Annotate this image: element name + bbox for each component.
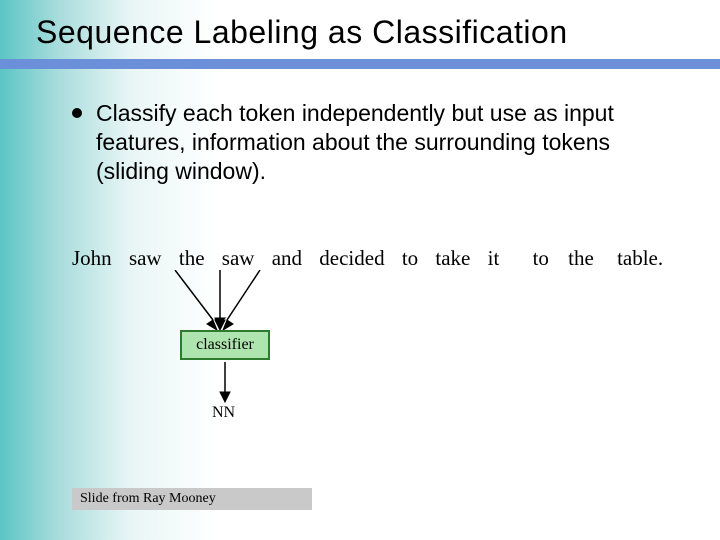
classifier-label: classifier [196,336,254,354]
token: decided [319,246,384,271]
arrow-icon [215,362,235,404]
bullet-block: Classify each token independently but us… [0,69,720,185]
bullet-text: Classify each token independently but us… [96,99,680,185]
token: saw [222,246,255,271]
token: the [568,246,594,271]
attribution-bar: Slide from Ray Mooney [72,488,312,510]
token: it [488,246,500,271]
token: John [72,246,112,271]
token: the [179,246,205,271]
token: and [272,246,302,271]
classifier-box: classifier [180,330,270,360]
output-label: NN [212,404,235,422]
token: saw [129,246,162,271]
bullet-dot-icon [72,108,82,118]
token: table. [617,246,663,271]
token: take [435,246,470,271]
slide-title: Sequence Labeling as Classification [0,0,720,51]
attribution-text: Slide from Ray Mooney [80,491,216,507]
title-underline [0,59,720,69]
example-sentence: John saw the saw and decided to take it … [72,246,663,271]
token: to [533,246,549,271]
arrow-icon [165,270,265,332]
token: to [402,246,418,271]
